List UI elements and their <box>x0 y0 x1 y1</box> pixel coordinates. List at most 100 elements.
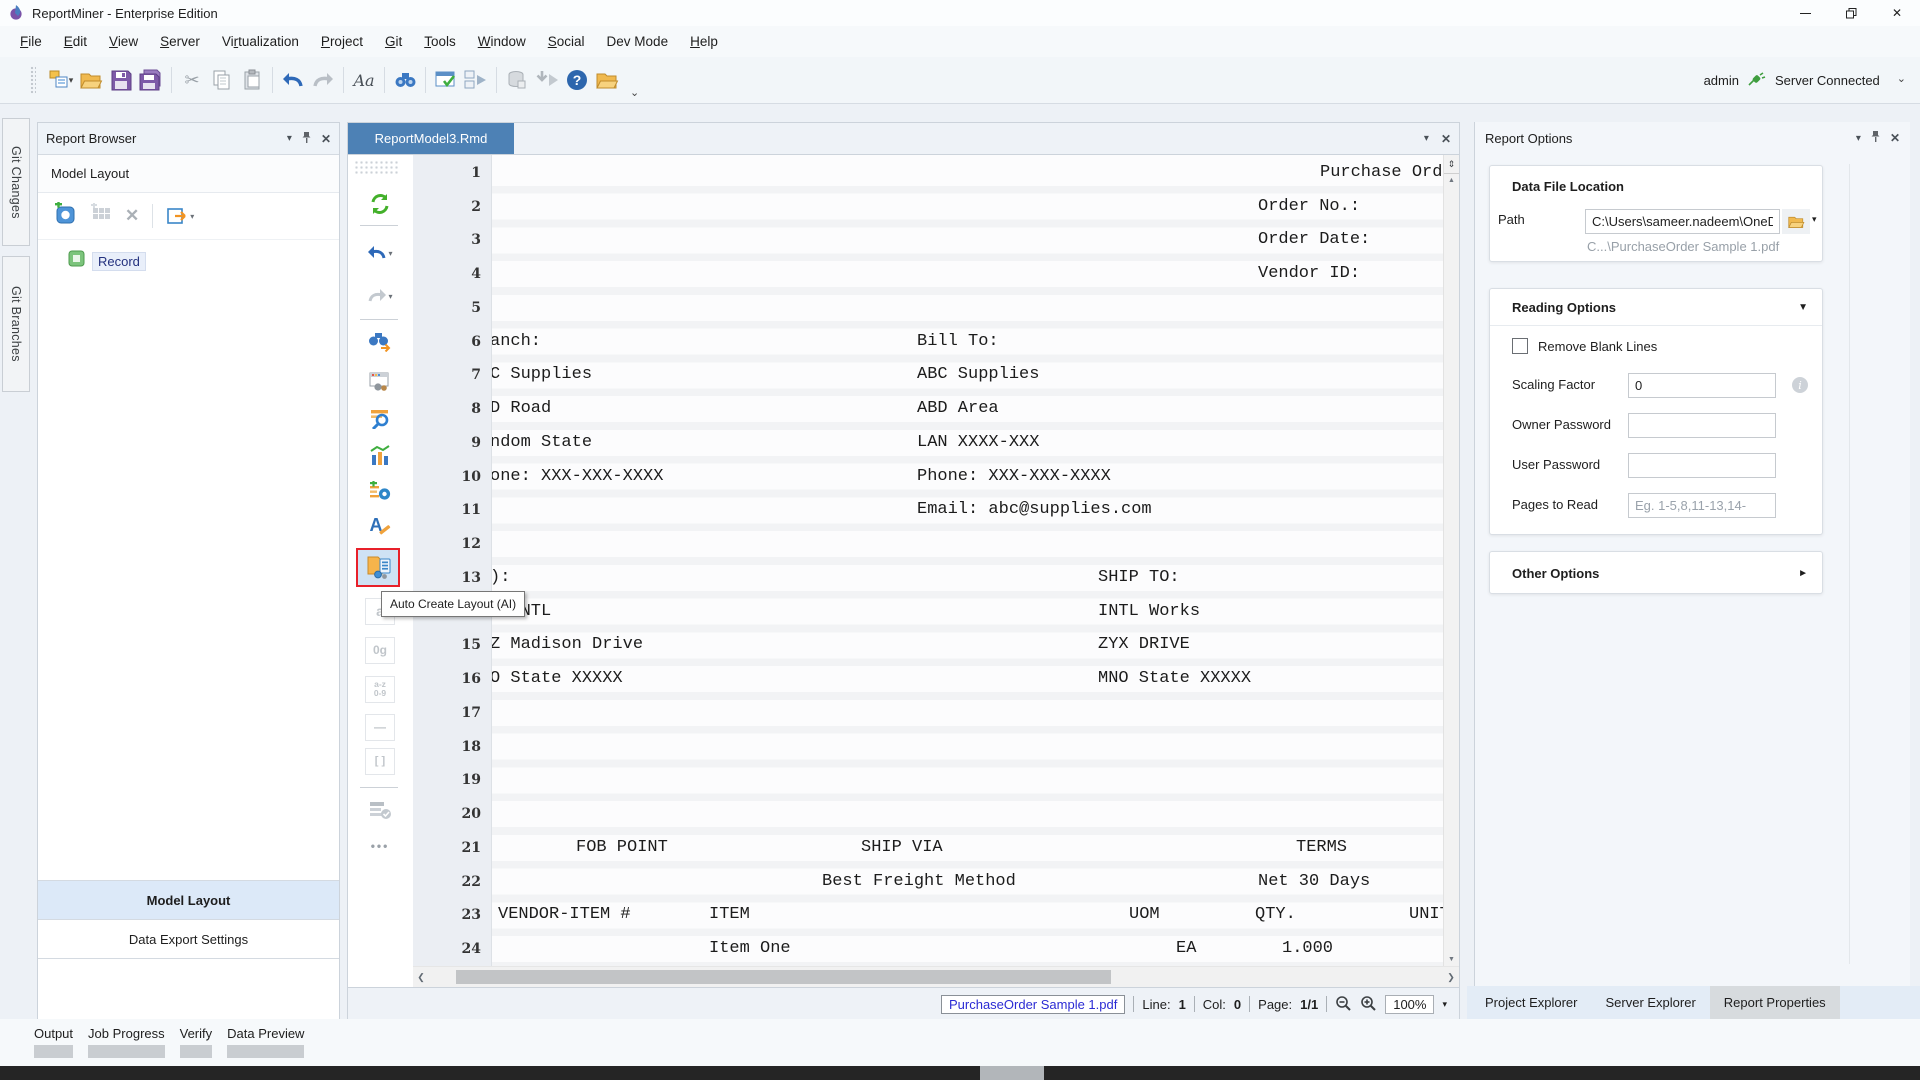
document-text[interactable]: INTL Works <box>1098 599 1200 625</box>
undo-button[interactable]: ▾ <box>362 238 398 268</box>
document-text[interactable]: Purchase Ord <box>1320 160 1442 186</box>
layout-settings-button[interactable] <box>362 367 398 397</box>
document-text[interactable]: ABC Supplies <box>917 362 1039 388</box>
redo-button[interactable] <box>309 64 337 96</box>
source-file-button[interactable]: PurchaseOrder Sample 1.pdf <box>941 995 1125 1014</box>
toolbar-options-icon[interactable]: ⌄ <box>1897 72 1906 89</box>
document-text[interactable]: C Supplies <box>492 362 592 388</box>
menu-item-git[interactable]: Git <box>374 26 413 57</box>
document-text[interactable]: ndom State <box>492 430 592 456</box>
add-record-button[interactable] <box>54 202 77 230</box>
hscroll-thumb[interactable] <box>456 970 1111 984</box>
export-dropdown-icon[interactable]: ▾ <box>190 212 194 221</box>
panel-menu-icon[interactable]: ▾ <box>287 133 292 144</box>
document-text[interactable]: TERMS <box>1296 835 1347 861</box>
menu-item-server[interactable]: Server <box>149 26 211 57</box>
save-all-button[interactable] <box>137 64 165 96</box>
statistics-button[interactable] <box>362 440 398 470</box>
editor-tab-reportmodel3[interactable]: ReportModel3.Rmd <box>348 123 514 154</box>
horizontal-scrollbar[interactable]: ❮ ❯ <box>413 966 1459 987</box>
menu-item-window[interactable]: Window <box>467 26 537 57</box>
document-text[interactable]: anch: <box>492 329 541 355</box>
menu-item-edit[interactable]: Edit <box>53 26 98 57</box>
restore-button[interactable] <box>1828 0 1874 26</box>
tab-server-explorer[interactable]: Server Explorer <box>1591 986 1709 1019</box>
document-text[interactable]: ZYX DRIVE <box>1098 632 1190 658</box>
toolbar-overflow-icon[interactable]: ⌄ <box>630 86 639 103</box>
document-text[interactable]: SHIP VIA <box>861 835 943 861</box>
document-text[interactable]: UOM <box>1129 902 1160 928</box>
refresh-button[interactable] <box>362 189 398 219</box>
cut-button[interactable]: ✂ <box>178 64 206 96</box>
export-model-button[interactable]: ▾ <box>166 205 194 227</box>
tree-item-record[interactable]: Record <box>68 250 339 272</box>
bottom-tab-verify[interactable]: Verify <box>180 1026 213 1058</box>
document-text[interactable]: D Road <box>492 396 551 422</box>
redo-dropdown-icon[interactable]: ▾ <box>388 292 392 301</box>
user-password-input[interactable] <box>1628 453 1776 478</box>
zoom-in-button[interactable] <box>1360 995 1377 1014</box>
zoom-level-select[interactable]: 100% <box>1385 995 1434 1014</box>
document-text[interactable]: ITEM <box>709 902 750 928</box>
other-options-card[interactable]: Other Options ► <box>1489 551 1823 594</box>
document-text[interactable]: Best Freight Method <box>822 869 1016 895</box>
copy-button[interactable] <box>208 64 236 96</box>
menu-item-social[interactable]: Social <box>537 26 596 57</box>
pin-icon[interactable] <box>1870 130 1881 146</box>
scaling-factor-input[interactable] <box>1628 373 1776 398</box>
number-field-tool[interactable]: 0g <box>362 635 398 665</box>
document-text[interactable]: QTY. <box>1255 902 1296 928</box>
document-text[interactable]: Z Madison Drive <box>492 632 643 658</box>
document-text[interactable]: 1.000 <box>1282 936 1333 962</box>
validate-list-button[interactable] <box>362 795 398 825</box>
blank-field-tool[interactable]: — <box>362 712 398 742</box>
toolbar-grip[interactable] <box>30 66 36 94</box>
new-model-dropdown-icon[interactable]: ▾ <box>69 75 74 86</box>
font-button[interactable]: Aa <box>350 64 378 96</box>
document-text[interactable]: UNIT <box>1409 902 1444 928</box>
document-text[interactable]: ): <box>492 565 510 591</box>
document-text[interactable]: Email: abc@supplies.com <box>917 497 1152 523</box>
document-text[interactable]: Order No.: <box>1258 194 1360 220</box>
tab-list-dropdown-icon[interactable]: ▾ <box>1424 133 1429 144</box>
browse-path-button[interactable] <box>1782 209 1810 234</box>
run-import-button[interactable] <box>533 64 561 96</box>
pages-to-read-input[interactable] <box>1628 493 1776 518</box>
menu-item-file[interactable]: File <box>9 26 53 57</box>
owner-password-input[interactable] <box>1628 413 1776 438</box>
resize-grip[interactable] <box>980 1066 1044 1080</box>
pattern-search-button[interactable] <box>362 403 398 433</box>
document-text[interactable]: MNO State XXXXX <box>1098 666 1251 692</box>
zoom-out-button[interactable] <box>1335 995 1352 1014</box>
brackets-field-tool[interactable]: [ ] <box>362 746 398 776</box>
auto-parse-button[interactable] <box>362 477 398 507</box>
bottom-tab-data-preview[interactable]: Data Preview <box>227 1026 304 1058</box>
pin-icon[interactable] <box>301 131 312 147</box>
find-next-button[interactable] <box>362 327 398 357</box>
document-text[interactable]: one: XXX-XXX-XXXX <box>492 464 663 490</box>
remove-blank-lines-checkbox[interactable] <box>1512 338 1528 354</box>
auto-create-layout-ai-button[interactable] <box>356 548 400 587</box>
new-model-button[interactable]: ▾ <box>47 64 75 96</box>
document-text[interactable]: FOB POINT <box>576 835 668 861</box>
tab-close-icon[interactable]: ✕ <box>1441 132 1451 146</box>
database-button[interactable] <box>503 64 531 96</box>
vertical-scrollbar[interactable]: ⇕ ▲ ▼ <box>1443 155 1459 966</box>
panel-view-button-model-layout[interactable]: Model Layout <box>38 880 339 919</box>
panel-menu-icon[interactable]: ▾ <box>1856 133 1861 144</box>
font-edit-button[interactable]: A <box>362 510 398 540</box>
document-text[interactable]: Bill To: <box>917 329 999 355</box>
document-text[interactable]: Order Date: <box>1258 227 1370 253</box>
redo-button[interactable]: ▾ <box>362 281 398 311</box>
tab-report-properties[interactable]: Report Properties <box>1710 986 1840 1019</box>
menu-item-virtualization[interactable]: Virtualization <box>211 26 310 57</box>
save-button[interactable] <box>107 64 135 96</box>
open-button[interactable] <box>77 64 105 96</box>
add-field-button[interactable] <box>90 203 112 230</box>
panel-view-button-data-export-settings[interactable]: Data Export Settings <box>38 919 339 958</box>
document-text[interactable]: VENDOR-ITEM # <box>498 902 631 928</box>
minimize-button[interactable] <box>1782 0 1828 26</box>
undo-dropdown-icon[interactable]: ▾ <box>388 249 392 258</box>
path-dropdown-icon[interactable]: ▾ <box>1812 214 1817 225</box>
document-text[interactable]: Item One <box>709 936 791 962</box>
